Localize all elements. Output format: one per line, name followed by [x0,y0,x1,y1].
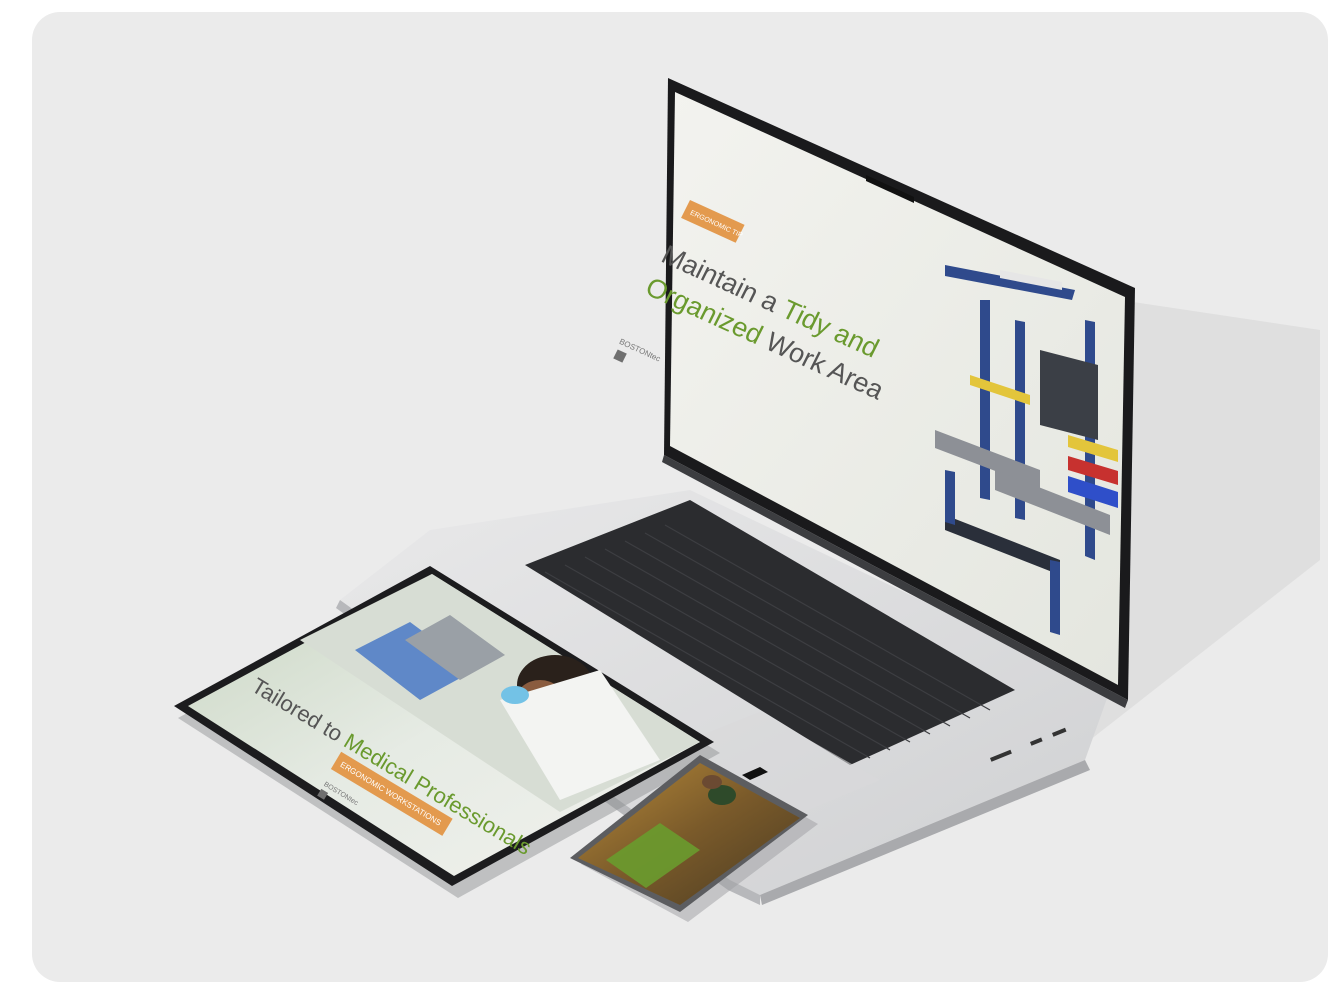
laptop-brand: BOSTONtec [618,337,662,363]
device-mockup-scene: ERGONOMIC TIP Maintain a Tidy and Organi… [174,78,1320,922]
laptop-brand-logo [613,349,627,363]
